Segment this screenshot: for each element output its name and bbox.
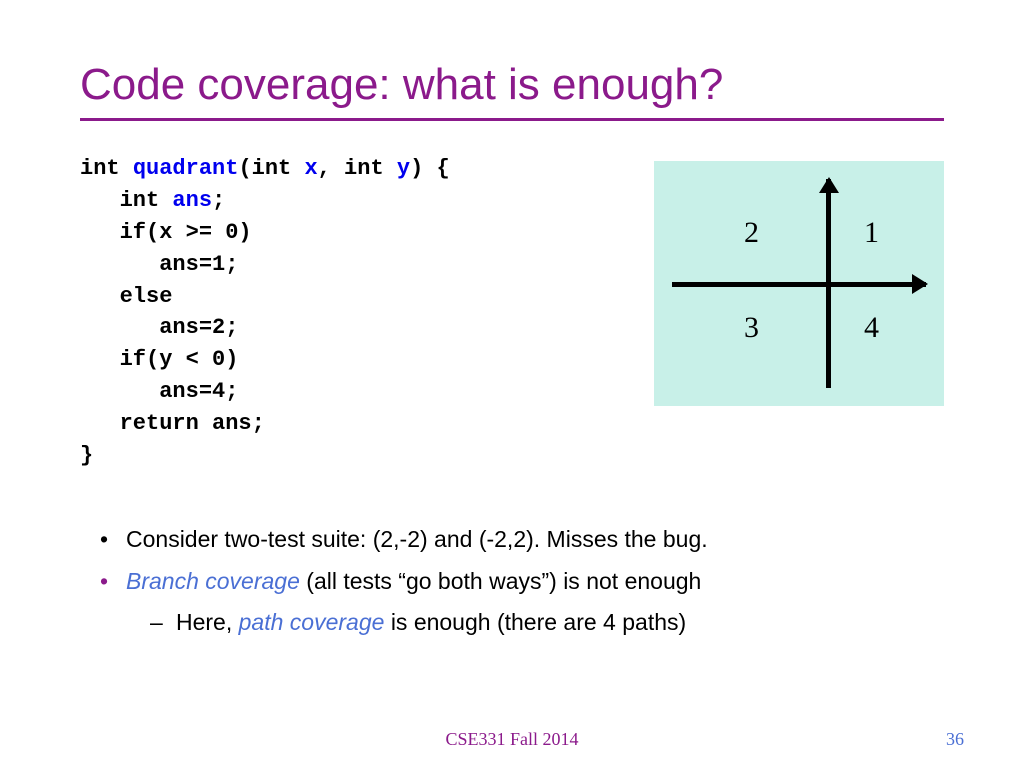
title-underline [80, 118, 944, 121]
code-line: return ans; [80, 411, 265, 436]
footer-text: CSE331 Fall 2014 [0, 729, 1024, 750]
x-axis-arrow [672, 282, 926, 287]
content-row: int quadrant(int x, int y) { int ans; if… [80, 153, 944, 472]
code-t: , int [318, 156, 397, 181]
slide: Code coverage: what is enough? int quadr… [0, 0, 1024, 768]
code-line: } [80, 443, 93, 468]
bullet-3-em: path coverage [239, 609, 391, 635]
code-param: x [304, 156, 317, 181]
page-number: 36 [946, 729, 964, 750]
bullet-1-text: Consider two-test suite: (2,-2) and (-2,… [126, 526, 708, 552]
code-t: int [80, 156, 133, 181]
code-line: ans=1; [80, 252, 238, 277]
code-block: int quadrant(int x, int y) { int ans; if… [80, 153, 614, 472]
code-fn: quadrant [133, 156, 239, 181]
quadrant-diagram: 1 2 3 4 [654, 161, 944, 406]
quadrant-label-1: 1 [864, 216, 879, 250]
code-t: int [80, 188, 172, 213]
bullet-3: Here, path coverage is enough (there are… [150, 605, 944, 641]
bullet-2-rest: (all tests “go both ways”) is not enough [306, 568, 701, 594]
bullet-3-a: Here, [176, 609, 239, 635]
quadrant-label-4: 4 [864, 311, 879, 345]
code-line: ans=4; [80, 379, 238, 404]
quadrant-label-2: 2 [744, 216, 759, 250]
slide-title: Code coverage: what is enough? [80, 60, 944, 110]
bullet-2-em: Branch coverage [126, 568, 306, 594]
bullet-2: Branch coverage (all tests “go both ways… [100, 564, 944, 600]
code-t: (int [238, 156, 304, 181]
code-line: if(x >= 0) [80, 220, 252, 245]
code-t: ) { [410, 156, 450, 181]
bullet-1: Consider two-test suite: (2,-2) and (-2,… [100, 522, 944, 558]
code-line: if(y < 0) [80, 347, 238, 372]
code-line: else [80, 284, 172, 309]
code-var: ans [172, 188, 212, 213]
code-param: y [397, 156, 410, 181]
bullet-list: Consider two-test suite: (2,-2) and (-2,… [80, 522, 944, 641]
quadrant-label-3: 3 [744, 311, 759, 345]
bullet-3-c: is enough (there are 4 paths) [391, 609, 686, 635]
y-axis-arrow [826, 179, 831, 388]
code-t: ; [212, 188, 225, 213]
code-line: ans=2; [80, 315, 238, 340]
